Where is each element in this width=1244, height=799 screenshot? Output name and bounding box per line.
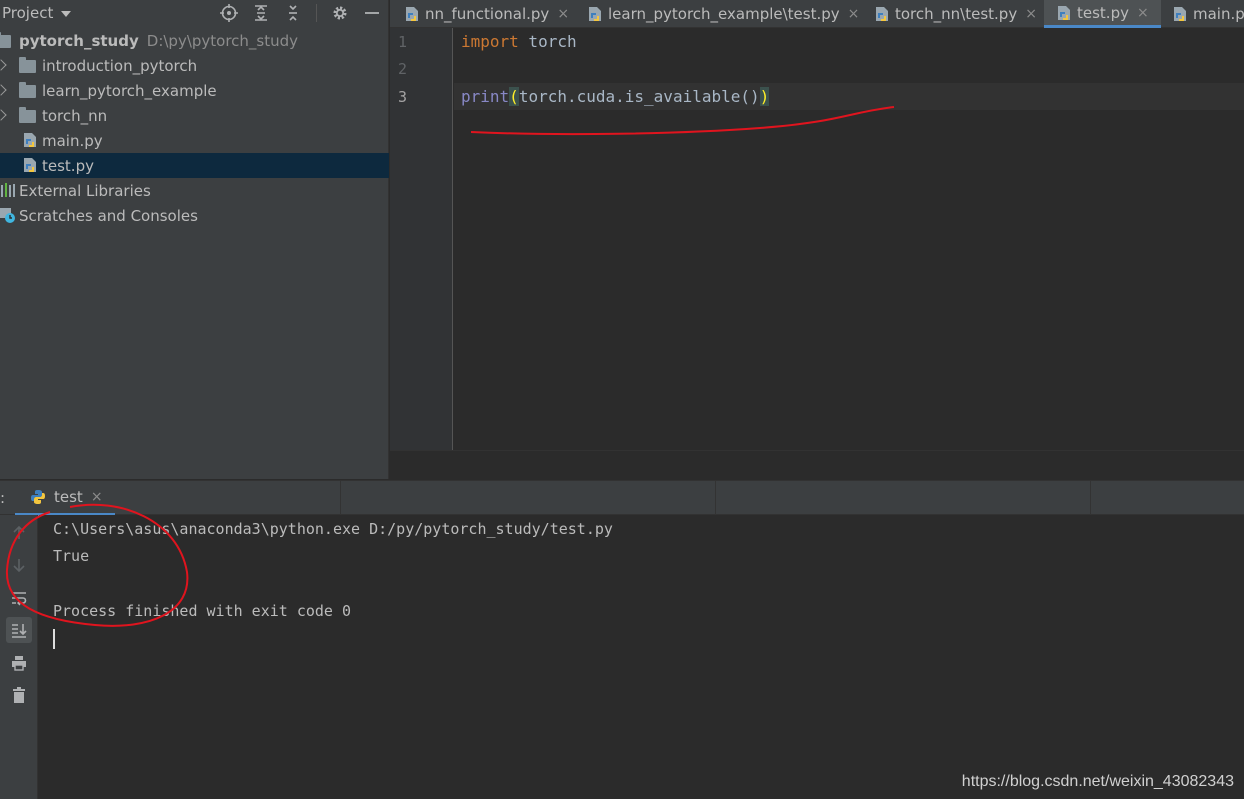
line-number: 3	[398, 88, 408, 106]
tab-label: test.py	[1077, 3, 1129, 22]
matched-paren: )	[759, 87, 770, 106]
python-file-icon	[24, 133, 36, 147]
call-expression: torch.cuda.is_available()	[518, 87, 760, 106]
chevron-right-icon[interactable]	[0, 84, 7, 96]
folder-icon	[0, 32, 11, 48]
python-file-icon	[406, 7, 418, 21]
divider	[715, 481, 716, 516]
project-panel: Project pytorch_study D:\py\pytorch_stud…	[0, 0, 389, 479]
chevron-down-icon[interactable]	[61, 10, 72, 17]
console-line: C:\Users\asus\anaconda3\python.exe D:/py…	[53, 520, 613, 538]
python-file-icon	[1174, 7, 1186, 21]
module-name: torch	[518, 32, 577, 51]
close-icon[interactable]: ×	[91, 489, 103, 505]
tab-nn-functional[interactable]: nn_functional.py ×	[404, 0, 569, 28]
tree-item-pytorch-study[interactable]: pytorch_study D:\py\pytorch_study	[0, 28, 389, 53]
editor-footer	[390, 450, 1244, 479]
folder-icon	[19, 82, 36, 98]
close-icon[interactable]: ×	[557, 6, 569, 22]
tab-label: learn_pytorch_example\test.py	[608, 5, 840, 23]
run-panel-label: :	[0, 489, 6, 507]
python-file-icon	[589, 7, 601, 21]
tree-item-label: Scratches and Consoles	[19, 206, 198, 225]
soft-wrap-icon[interactable]	[6, 585, 32, 611]
tree-item-scratches[interactable]: Scratches and Consoles	[0, 203, 389, 228]
run-tab-label: test	[54, 488, 83, 506]
close-icon[interactable]: ×	[1137, 5, 1149, 21]
tree-item-test-py[interactable]: test.py	[0, 153, 389, 178]
python-file-icon	[876, 7, 888, 21]
python-file-icon	[1058, 5, 1070, 20]
folder-icon	[19, 57, 36, 73]
tree-item-introduction-pytorch[interactable]: introduction_pytorch	[0, 53, 389, 78]
tab-label: nn_functional.py	[425, 5, 550, 23]
builtin-print: print	[461, 87, 510, 106]
watermark: https://blog.csdn.net/weixin_43082343	[961, 773, 1234, 790]
tab-test-py[interactable]: test.py ×	[1044, 0, 1161, 28]
line-number: 1	[398, 33, 408, 51]
trash-icon[interactable]	[6, 682, 32, 708]
chevron-right-icon[interactable]	[0, 59, 7, 71]
tree-item-label: External Libraries	[19, 181, 151, 200]
arrow-down-icon[interactable]	[6, 552, 32, 578]
tab-main-py[interactable]: main.py	[1172, 0, 1244, 28]
console-line: True	[53, 547, 90, 565]
tree-item-path: D:\py\pytorch_study	[146, 31, 299, 50]
tree-item-label: introduction_pytorch	[42, 56, 198, 75]
print-icon[interactable]	[6, 650, 32, 676]
close-icon[interactable]: ×	[848, 6, 860, 22]
tree-item-external-libraries[interactable]: External Libraries	[0, 178, 389, 203]
run-panel-header: : test ×	[0, 480, 1244, 516]
locate-icon[interactable]	[220, 3, 238, 22]
tab-torch-nn-test[interactable]: torch_nn\test.py ×	[874, 0, 1037, 28]
chevron-right-icon[interactable]	[0, 109, 7, 121]
python-icon	[31, 490, 45, 504]
tree-item-torch-nn[interactable]: torch_nn	[0, 103, 389, 128]
tree-item-main-py[interactable]: main.py	[0, 128, 389, 153]
divider	[1090, 481, 1091, 516]
tree-item-label: pytorch_study	[19, 31, 139, 50]
editor-tabbar: nn_functional.py × learn_pytorch_example…	[390, 0, 1244, 28]
code-line-3: print(torch.cuda.is_available())	[461, 87, 770, 106]
python-file-icon	[24, 158, 36, 172]
gear-icon[interactable]	[331, 4, 349, 22]
scroll-to-end-icon[interactable]	[6, 617, 32, 643]
close-icon[interactable]: ×	[1025, 6, 1037, 22]
arrow-up-icon[interactable]	[6, 520, 32, 546]
tab-label: torch_nn\test.py	[895, 5, 1018, 23]
tree-item-label: test.py	[42, 156, 94, 175]
code-line-1: import torch	[461, 32, 577, 51]
console-output[interactable]: C:\Users\asus\anaconda3\python.exe D:/py…	[39, 515, 1244, 799]
line-number: 2	[398, 60, 408, 78]
project-view-selector[interactable]: Project	[0, 4, 53, 22]
keyword-import: import	[461, 32, 519, 51]
divider	[340, 481, 341, 516]
code-editor[interactable]: 1 2 3 import torch print(torch.cuda.is_a…	[390, 28, 1244, 450]
tab-learn-pytorch-example-test[interactable]: learn_pytorch_example\test.py ×	[587, 0, 859, 28]
minimize-icon[interactable]	[363, 4, 381, 22]
tree-item-learn-pytorch-example[interactable]: learn_pytorch_example	[0, 78, 389, 103]
folder-icon	[19, 107, 36, 123]
tree-item-label: learn_pytorch_example	[42, 81, 217, 100]
scratches-icon	[0, 208, 15, 223]
tree-item-label: main.py	[42, 131, 103, 150]
run-toolbar	[0, 515, 38, 799]
collapse-all-icon[interactable]	[284, 4, 302, 22]
expand-all-icon[interactable]	[252, 4, 270, 22]
line-number-gutter: 1 2 3	[390, 28, 453, 450]
tab-label: main.py	[1193, 5, 1244, 23]
matched-paren: (	[509, 87, 519, 106]
run-tab-test[interactable]: test ×	[15, 481, 115, 516]
project-header: Project	[0, 0, 389, 25]
project-toolbar	[220, 0, 381, 25]
text-cursor	[53, 629, 55, 649]
tree-item-label: torch_nn	[42, 106, 108, 125]
toolbar-divider	[316, 3, 317, 22]
console-line: Process finished with exit code 0	[53, 602, 352, 620]
libraries-icon	[1, 183, 15, 197]
